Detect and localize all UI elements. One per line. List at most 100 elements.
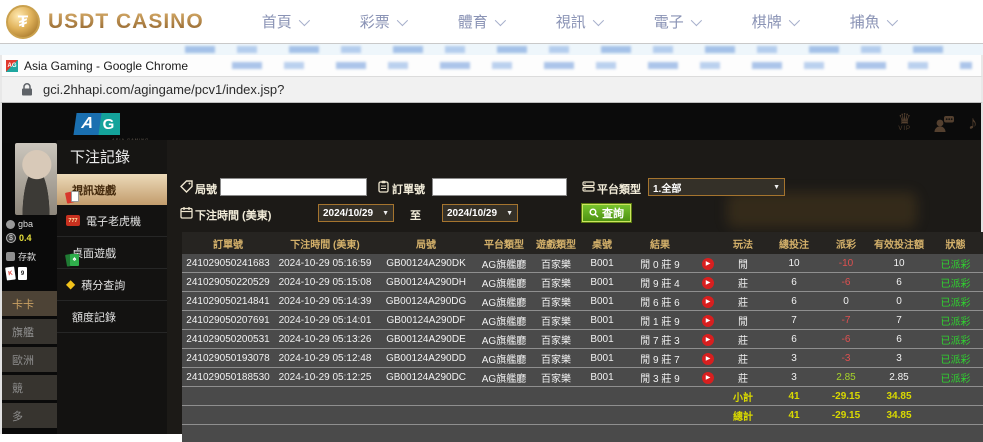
date-from-select[interactable]: 2024/10/29 ▼ bbox=[318, 204, 394, 222]
nav-item-體育[interactable]: 體育 bbox=[458, 11, 503, 32]
cell-empty bbox=[928, 425, 983, 442]
music-icon[interactable]: ♪ bbox=[968, 113, 978, 135]
cell-bet: 3 bbox=[766, 349, 822, 368]
replay-icon[interactable]: ▶ bbox=[702, 277, 714, 289]
cell-empty bbox=[376, 406, 476, 425]
nav-item-label: 首頁 bbox=[262, 11, 292, 32]
username: gba bbox=[18, 219, 33, 229]
replay-icon[interactable]: ▶ bbox=[702, 258, 714, 270]
nav-item-label: 彩票 bbox=[360, 11, 390, 32]
cell-time: 2024-10-29 05:12:48 bbox=[274, 349, 376, 368]
ag-favicon: AG bbox=[6, 60, 18, 72]
dropdown-arrow-icon: ▼ bbox=[506, 210, 513, 217]
lobby-menu-item[interactable]: 競 bbox=[2, 375, 57, 400]
cell-table_no: B001 bbox=[580, 349, 624, 368]
user-icon bbox=[6, 220, 15, 229]
sidebar-item-額度記錄[interactable]: 額度記錄 bbox=[57, 301, 167, 333]
round-input[interactable] bbox=[220, 178, 367, 196]
cell-payout: -10 bbox=[822, 254, 870, 273]
cell-order: 241029050193078 bbox=[182, 349, 274, 368]
nav-item-棋牌[interactable]: 棋牌 bbox=[752, 11, 797, 32]
cell-replay: ▶ bbox=[696, 368, 720, 387]
total-row-label: 總計 bbox=[720, 406, 766, 425]
sidebar-item-視訊遊戲[interactable]: 視訊遊戲 bbox=[57, 174, 184, 205]
status-badge: 已派彩 bbox=[928, 368, 983, 387]
cell-bet: 10 bbox=[766, 254, 822, 273]
replay-icon[interactable]: ▶ bbox=[702, 296, 714, 308]
cell-payout: -3 bbox=[822, 349, 870, 368]
nav-item-彩票[interactable]: 彩票 bbox=[360, 11, 405, 32]
replay-icon[interactable]: ▶ bbox=[702, 372, 714, 384]
cell-table_no: B001 bbox=[580, 273, 624, 292]
ag-logo: A G bbox=[75, 113, 120, 135]
total-row-bet: 41 bbox=[766, 406, 822, 425]
dropdown-arrow-icon: ▼ bbox=[382, 210, 389, 217]
chrome-titlebar[interactable]: AG Asia Gaming - Google Chrome bbox=[0, 55, 983, 76]
table-row: 2410290502005312024-10-29 05:13:26GB0012… bbox=[182, 330, 983, 349]
cell-game: 百家樂 bbox=[532, 368, 580, 387]
cell-round: GB00124A290DH bbox=[376, 273, 476, 292]
cell-play: 莊 bbox=[720, 330, 766, 349]
sidebar-item-桌面遊戲[interactable]: ♠桌面遊戲 bbox=[57, 237, 167, 269]
cell-empty bbox=[580, 425, 624, 442]
site-header: ₮ USDT CASINO 首頁 彩票 體育 視訊 電子 棋牌 捕魚 bbox=[0, 0, 983, 44]
tag-icon bbox=[180, 180, 193, 193]
lobby-menu-item[interactable]: 歐洲 bbox=[2, 347, 57, 372]
cell-empty bbox=[696, 425, 720, 442]
vip-icon[interactable]: ♛ VIP bbox=[898, 113, 911, 132]
ag-topbar: A G ASIA GAMING ♛ VIP ♪ bbox=[0, 103, 983, 141]
cards-badge: K 9 bbox=[6, 267, 27, 280]
cell-valid: 6 bbox=[870, 273, 928, 292]
cell-round: GB00124A290DF bbox=[376, 311, 476, 330]
lobby-deposit-row[interactable]: 存款 bbox=[6, 250, 36, 263]
cell-empty bbox=[376, 387, 476, 406]
cell-platform: AG旗艦廳 bbox=[476, 292, 532, 311]
order-input[interactable] bbox=[432, 178, 567, 196]
clipboard-icon bbox=[377, 180, 390, 193]
panel-sidebar: 視訊遊戲777電子老虎機♠桌面遊戲◆積分查詢額度記錄 bbox=[57, 174, 168, 434]
order-filter-label: 訂單號 bbox=[392, 181, 425, 197]
cell-platform: AG旗艦廳 bbox=[476, 273, 532, 292]
replay-icon[interactable]: ▶ bbox=[702, 334, 714, 346]
sidebar-item-電子老虎機[interactable]: 777電子老虎機 bbox=[57, 205, 167, 237]
nav-item-電子[interactable]: 電子 bbox=[654, 11, 699, 32]
cell-empty bbox=[822, 425, 870, 442]
cell-order: 241029050207691 bbox=[182, 311, 274, 330]
sidebar-item-label: 額度記錄 bbox=[72, 309, 116, 325]
lobby-menu-item[interactable]: 卡卡 bbox=[2, 291, 57, 316]
nav-item-捕魚[interactable]: 捕魚 bbox=[850, 11, 895, 32]
table-row: 2410290501885302024-10-29 05:12:25GB0012… bbox=[182, 368, 983, 387]
cell-play: 莊 bbox=[720, 368, 766, 387]
cell-replay: ▶ bbox=[696, 254, 720, 273]
nav-item-首頁[interactable]: 首頁 bbox=[262, 11, 307, 32]
total-row: 總計41-29.1534.85 bbox=[182, 406, 983, 425]
table-row: 2410290502205292024-10-29 05:15:08GB0012… bbox=[182, 273, 983, 292]
chevron-down-icon bbox=[298, 14, 309, 25]
status-badge: 已派彩 bbox=[928, 254, 983, 273]
cell-replay: ▶ bbox=[696, 311, 720, 330]
date-to-select[interactable]: 2024/10/29 ▼ bbox=[442, 204, 518, 222]
sidebar-item-積分查詢[interactable]: ◆積分查詢 bbox=[57, 269, 167, 301]
cell-order: 241029050241683 bbox=[182, 254, 274, 273]
cell-game: 百家樂 bbox=[532, 292, 580, 311]
replay-icon[interactable]: ▶ bbox=[702, 353, 714, 365]
filler-row bbox=[182, 425, 983, 442]
nav-item-label: 電子 bbox=[654, 11, 684, 32]
search-button[interactable]: 查詢 bbox=[582, 204, 631, 222]
lobby-menu-item[interactable]: 旗艦 bbox=[2, 319, 57, 344]
round-filter-label: 局號 bbox=[195, 181, 217, 197]
cell-round: GB00124A290DK bbox=[376, 254, 476, 273]
calendar-icon bbox=[180, 206, 193, 219]
points-diamond-icon: ◆ bbox=[66, 278, 75, 291]
platform-select[interactable]: 1.全部 ▼ bbox=[648, 178, 785, 196]
nav-item-視訊[interactable]: 視訊 bbox=[556, 11, 601, 32]
cell-empty bbox=[476, 387, 532, 406]
column-header: 下注時間 (美東) bbox=[274, 232, 376, 254]
chat-icon[interactable] bbox=[933, 115, 955, 138]
replay-icon[interactable]: ▶ bbox=[702, 315, 714, 327]
chrome-urlbar[interactable]: gci.2hhapi.com/agingame/pcv1/index.jsp? bbox=[0, 76, 983, 103]
lobby-menu-item[interactable]: 多 bbox=[2, 403, 57, 428]
cell-game: 百家樂 bbox=[532, 273, 580, 292]
brand-logo[interactable]: ₮ USDT CASINO bbox=[6, 5, 204, 39]
column-header: 平台類型 bbox=[476, 232, 532, 254]
